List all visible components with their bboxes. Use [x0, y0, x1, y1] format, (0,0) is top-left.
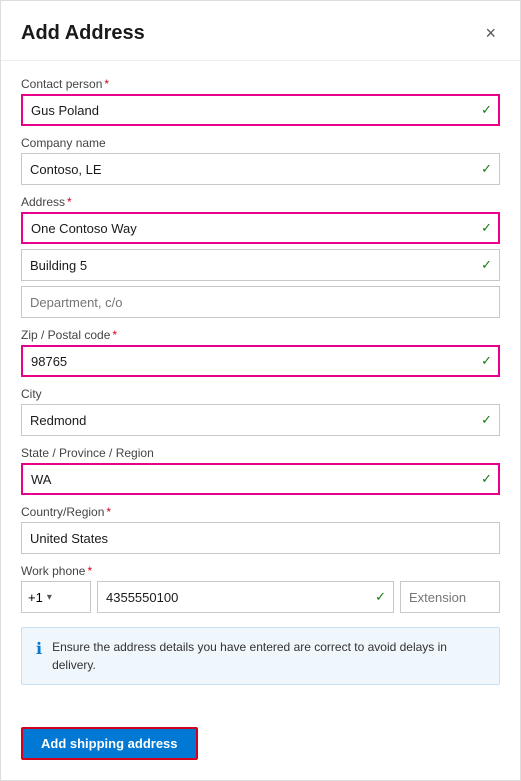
- info-icon: ℹ: [36, 639, 42, 659]
- company-name-input-wrapper: ✓: [21, 153, 500, 185]
- phone-row: +1 ▾ ✓: [21, 581, 500, 613]
- city-input-wrapper: ✓: [21, 404, 500, 436]
- phone-country-code: +1: [28, 590, 43, 605]
- country-required-star: *: [106, 505, 111, 519]
- address-line3-input[interactable]: [21, 286, 500, 318]
- state-group: State / Province / Region ✓: [21, 446, 500, 495]
- address-line1-input-wrapper: ✓: [21, 212, 500, 244]
- work-phone-label: Work phone*: [21, 564, 500, 578]
- company-name-label: Company name: [21, 136, 500, 150]
- required-star: *: [104, 77, 109, 91]
- info-text: Ensure the address details you have ente…: [52, 638, 485, 674]
- country-label: Country/Region*: [21, 505, 500, 519]
- address-line2-input-wrapper: ✓: [21, 249, 500, 281]
- city-group: City ✓: [21, 387, 500, 436]
- company-name-input[interactable]: [21, 153, 500, 185]
- dialog-title: Add Address: [21, 22, 145, 45]
- phone-number-input[interactable]: [97, 581, 394, 613]
- phone-country-selector[interactable]: +1 ▾: [21, 581, 91, 613]
- country-group: Country/Region*: [21, 505, 500, 554]
- dialog-body: Contact person* ✓ Company name ✓ Address…: [1, 61, 520, 715]
- extension-input[interactable]: [400, 581, 500, 613]
- work-phone-required-star: *: [87, 564, 92, 578]
- add-shipping-address-button[interactable]: Add shipping address: [21, 727, 198, 760]
- zip-input[interactable]: [21, 345, 500, 377]
- add-address-dialog: Add Address × Contact person* ✓ Company …: [0, 0, 521, 781]
- zip-input-wrapper: ✓: [21, 345, 500, 377]
- contact-person-group: Contact person* ✓: [21, 77, 500, 126]
- address-group: Address* ✓ ✓: [21, 195, 500, 318]
- state-input-wrapper: ✓: [21, 463, 500, 495]
- chevron-down-icon: ▾: [47, 592, 52, 603]
- company-name-group: Company name ✓: [21, 136, 500, 185]
- dialog-header: Add Address ×: [1, 1, 520, 61]
- address-line2-input[interactable]: [21, 249, 500, 281]
- zip-group: Zip / Postal code* ✓: [21, 328, 500, 377]
- dialog-footer: Add shipping address: [1, 715, 520, 780]
- work-phone-group: Work phone* +1 ▾ ✓: [21, 564, 500, 613]
- address-required-star: *: [67, 195, 72, 209]
- close-icon: ×: [485, 23, 496, 44]
- state-input[interactable]: [21, 463, 500, 495]
- zip-label: Zip / Postal code*: [21, 328, 500, 342]
- address-line1-input[interactable]: [21, 212, 500, 244]
- phone-number-wrapper: ✓: [97, 581, 394, 613]
- contact-person-input-wrapper: ✓: [21, 94, 500, 126]
- contact-person-input[interactable]: [21, 94, 500, 126]
- city-input[interactable]: [21, 404, 500, 436]
- address-label: Address*: [21, 195, 500, 209]
- contact-person-label: Contact person*: [21, 77, 500, 91]
- country-input-wrapper: [21, 522, 500, 554]
- zip-required-star: *: [112, 328, 117, 342]
- city-label: City: [21, 387, 500, 401]
- address-line3-input-wrapper: [21, 286, 500, 318]
- close-button[interactable]: ×: [481, 19, 500, 48]
- info-box: ℹ Ensure the address details you have en…: [21, 627, 500, 685]
- state-label: State / Province / Region: [21, 446, 500, 460]
- country-input[interactable]: [21, 522, 500, 554]
